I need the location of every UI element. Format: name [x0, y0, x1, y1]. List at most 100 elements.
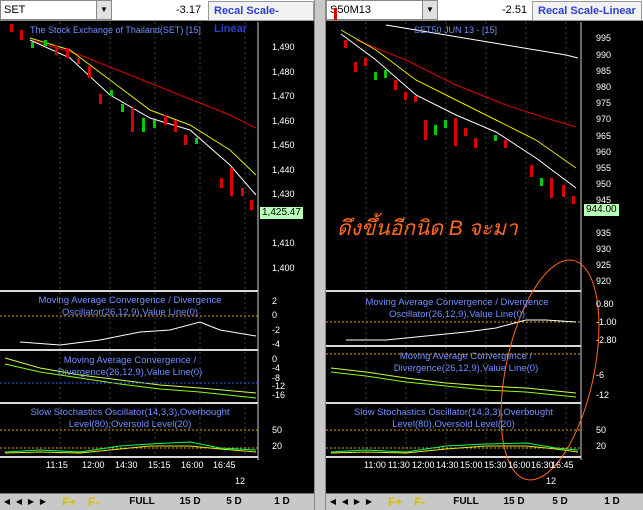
y-tick: 920: [596, 276, 612, 286]
x-tick: 14:30: [115, 460, 138, 470]
y-tick: 50: [596, 425, 607, 435]
y-tick: 970: [596, 114, 612, 124]
prev-icon[interactable]: ◀: [340, 495, 350, 509]
y-tick: 1,480: [272, 67, 295, 77]
font-decrease-button[interactable]: F-: [414, 494, 425, 510]
right-macd2-macd: [330, 371, 577, 398]
left-chart-title: The Stock Exchange of Thailand(SET) [15]: [30, 25, 201, 35]
y-tick: 20: [596, 441, 607, 451]
x-tick: 16:00: [508, 460, 531, 470]
y-tick: 1,460: [272, 116, 295, 126]
next-icon[interactable]: ▶: [26, 495, 36, 509]
right-macd1-title: Moving Average Convergence / Divergence …: [350, 297, 564, 321]
x-tick: 16:00: [181, 460, 204, 470]
pane-divider[interactable]: [314, 0, 326, 510]
right-macd1-line: [346, 319, 577, 341]
last-icon[interactable]: ▶: [38, 495, 48, 509]
y-tick: 1,470: [272, 91, 295, 101]
y-tick: 1,410: [272, 238, 295, 248]
x-tick: 15:30: [484, 460, 507, 470]
x-tick: 12:00: [412, 460, 435, 470]
left-macd1-title: Moving Average Convergence / Divergence …: [20, 295, 240, 319]
x-tick: 16:45: [551, 460, 574, 470]
x-tick: 16:45: [213, 460, 236, 470]
y-tick: -12: [596, 390, 610, 400]
y-tick: 1,440: [272, 165, 295, 175]
left-stoch-d: [4, 445, 257, 454]
left-ma-fast-line: [29, 39, 257, 196]
font-decrease-button[interactable]: F-: [88, 494, 99, 510]
font-increase-button[interactable]: F+: [62, 494, 76, 510]
title-line: Moving Average Convergence /: [399, 351, 533, 362]
x-tick: 15:15: [148, 460, 171, 470]
y-tick: -4: [272, 363, 281, 373]
title-line: Slow Stochastics Oscillator(14,3,3),Over…: [30, 407, 230, 418]
tab-5d[interactable]: 5 D: [540, 495, 580, 509]
left-stoch-k: [4, 441, 257, 453]
title-line: Moving Average Convergence / Divergence: [38, 295, 222, 306]
right-stoch-d: [330, 445, 579, 454]
right-chart-pane[interactable]: S50M13 ▼ -2.51 Recal Scale-Linear SET50 …: [326, 0, 643, 510]
y-tick: -4: [272, 339, 281, 349]
tab-1d[interactable]: 1 D: [592, 495, 632, 509]
y-tick: 950: [596, 179, 612, 189]
right-candles: [334, 8, 575, 204]
first-icon[interactable]: ◀: [328, 495, 338, 509]
x-tick: 11:30: [388, 460, 410, 470]
y-tick: 1,450: [272, 140, 295, 150]
tab-1d[interactable]: 1 D: [262, 495, 302, 509]
y-tick: 2: [272, 296, 278, 306]
y-tick: -2.80: [596, 335, 617, 345]
y-tick: 980: [596, 82, 612, 92]
left-candles: [10, 24, 253, 210]
y-tick: 985: [596, 66, 612, 76]
x-tick: 15:00: [460, 460, 483, 470]
y-tick: 965: [596, 131, 612, 141]
tab-full[interactable]: FULL: [120, 495, 164, 509]
thai-annotation-text: ดึงขึ้นอีกนิด B จะมา: [337, 217, 518, 240]
tab-15d[interactable]: 15 D: [168, 495, 212, 509]
first-icon[interactable]: ◀: [2, 495, 12, 509]
title-line: Divergence(26,12,9),Value Line(0): [57, 367, 203, 378]
left-ma-slow-line: [29, 39, 257, 129]
right-ma-fast-line: [340, 33, 577, 189]
left-last-price-tag: 1,425.47: [260, 207, 303, 219]
day-label: 12: [546, 476, 557, 486]
y-tick: 0.80: [596, 299, 614, 309]
x-tick: 11:15: [46, 460, 68, 470]
x-tick: 11:00: [364, 460, 386, 470]
title-line: Level(80),Oversold Level(20): [68, 419, 192, 430]
right-chart-title: SET50 JUN 13 - [15]: [414, 25, 498, 35]
left-macd1-line: [19, 321, 257, 346]
y-tick: -2: [272, 325, 281, 335]
y-tick: 1,430: [272, 189, 295, 199]
y-tick: 1,400: [272, 263, 295, 273]
y-tick: 935: [596, 228, 612, 238]
y-tick: 930: [596, 244, 612, 254]
left-macd2-title: Moving Average Convergence / Divergence(…: [30, 355, 230, 379]
prev-icon[interactable]: ◀: [14, 495, 24, 509]
tab-15d[interactable]: 15 D: [492, 495, 536, 509]
y-tick: 990: [596, 50, 612, 60]
right-stoch-title: Slow Stochastics Oscillator(14,3,3),Over…: [326, 407, 581, 431]
font-increase-button[interactable]: F+: [388, 494, 402, 510]
y-tick: 1,490: [272, 42, 295, 52]
y-tick: 955: [596, 163, 612, 173]
right-tab-bar: ◀ ◀ ▶ ▶ F+ F- FULL 15 D 5 D 1 D: [326, 493, 643, 510]
title-line: Divergence(26,12,9),Value Line(0): [393, 363, 539, 374]
y-tick: -6: [596, 370, 605, 380]
left-stoch-title: Slow Stochastics Oscillator(14,3,3),Over…: [2, 407, 258, 431]
left-chart-pane[interactable]: SET ▼ -3.17 Recal Scale-Linear The Stock…: [0, 0, 314, 510]
x-tick: 14:30: [436, 460, 459, 470]
tab-full[interactable]: FULL: [444, 495, 488, 509]
last-icon[interactable]: ▶: [364, 495, 374, 509]
day-label: 12: [235, 476, 246, 486]
tab-5d[interactable]: 5 D: [214, 495, 254, 509]
title-line: Slow Stochastics Oscillator(14,3,3),Over…: [353, 407, 554, 418]
next-icon[interactable]: ▶: [352, 495, 362, 509]
x-tick: 12:00: [82, 460, 105, 470]
title-line: Level(80),Oversold Level(20): [392, 419, 515, 430]
y-tick: -1.00: [596, 317, 617, 327]
right-ma-slow-line: [355, 39, 577, 128]
title-line: Oscillator(26,12,9),Value Line(0): [61, 307, 199, 318]
